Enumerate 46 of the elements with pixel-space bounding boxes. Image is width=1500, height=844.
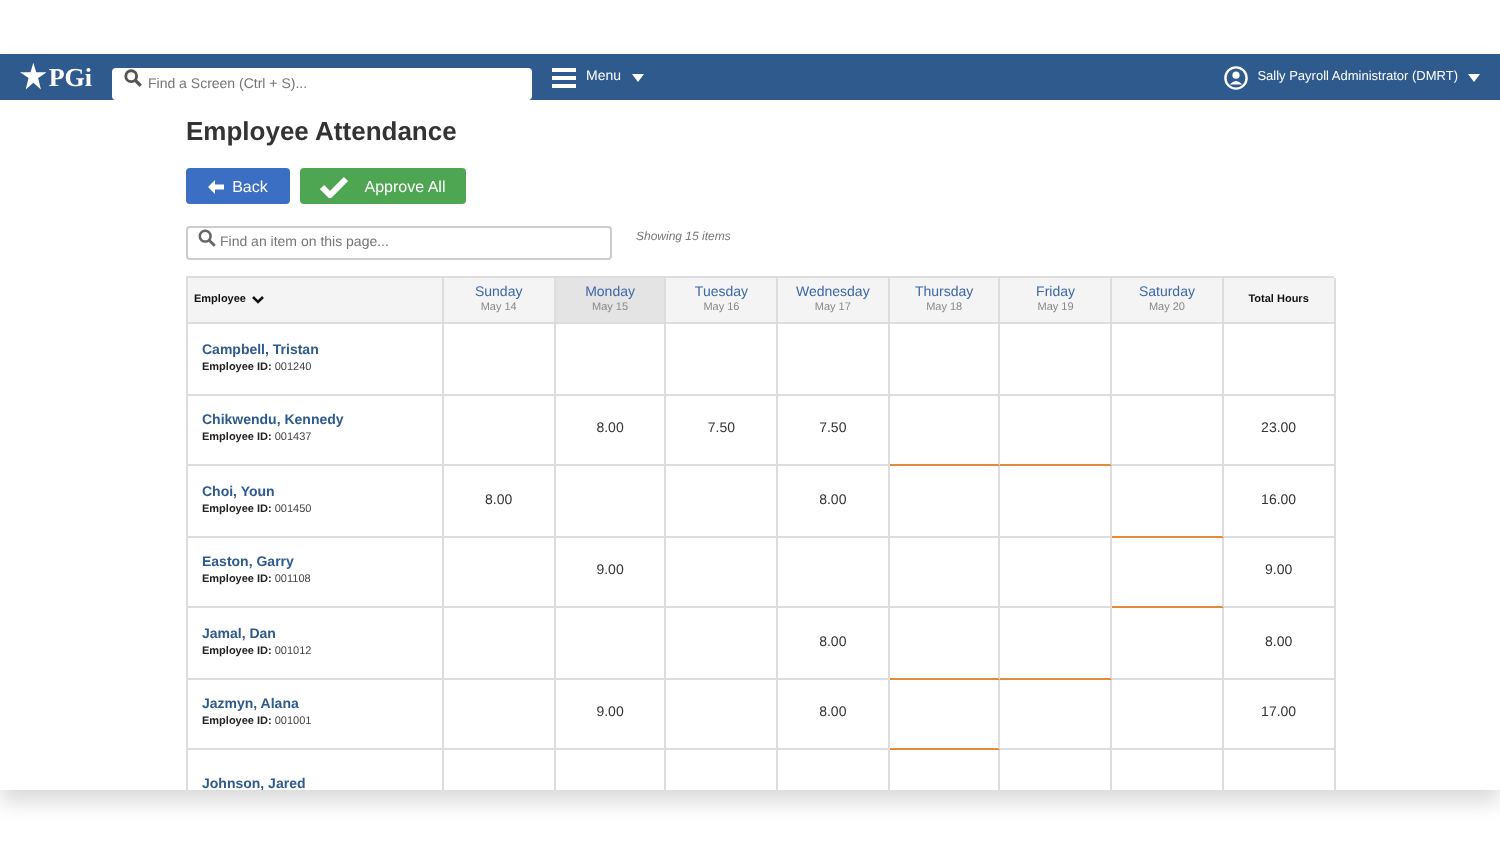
hours-cell[interactable] [555, 608, 667, 679]
hours-cell[interactable] [889, 537, 1001, 608]
hours-cell[interactable] [1000, 466, 1113, 537]
hours-cell[interactable] [1112, 679, 1224, 750]
hours-cell[interactable] [1112, 537, 1224, 608]
hours-cell[interactable] [444, 324, 556, 395]
back-button[interactable]: Back [186, 168, 290, 204]
hours-cell[interactable] [444, 537, 556, 608]
hours-cell[interactable] [666, 537, 779, 608]
caret-icon [1468, 73, 1480, 81]
search-icon [198, 228, 216, 246]
hours-cell[interactable] [1000, 537, 1113, 608]
hours-cell[interactable] [666, 324, 779, 395]
hours-cell[interactable] [889, 324, 1001, 395]
hours-cell[interactable] [1000, 608, 1113, 679]
hours-cell[interactable] [778, 537, 890, 608]
hamburger-icon [552, 67, 576, 87]
hours-cell[interactable] [666, 679, 779, 750]
hours-cell[interactable] [555, 466, 667, 537]
checkmark-icon [320, 175, 349, 197]
hours-cell[interactable] [889, 608, 1001, 679]
hours-cell[interactable] [889, 466, 1001, 537]
hours-cell[interactable] [1000, 395, 1113, 466]
hours-cell[interactable] [1112, 608, 1224, 679]
hours-cell[interactable] [555, 324, 667, 395]
hours-cell[interactable] [889, 395, 1001, 466]
hours-cell[interactable] [889, 679, 1001, 750]
hours-cell[interactable] [666, 608, 779, 679]
logo-text[interactable]: PGi [48, 61, 92, 93]
hours-cell[interactable] [444, 608, 556, 679]
hours-cell[interactable] [444, 395, 556, 466]
hours-cell[interactable] [778, 324, 890, 395]
star-figure-icon [20, 61, 47, 93]
hours-cell[interactable] [444, 679, 556, 750]
user-avatar-icon [1223, 65, 1248, 89]
hours-cell[interactable] [1112, 466, 1224, 537]
hours-cell[interactable] [1000, 324, 1113, 395]
chevron-down-icon [251, 296, 264, 304]
left-arrow-icon [208, 179, 225, 193]
page-title: Employee Attendance [186, 116, 459, 150]
hours-cell[interactable] [1112, 324, 1224, 395]
hours-cell[interactable] [666, 466, 779, 537]
search-icon [124, 68, 142, 86]
hours-cell[interactable] [1112, 395, 1224, 466]
caret-icon [631, 73, 644, 81]
hours-cell[interactable] [1000, 679, 1113, 750]
